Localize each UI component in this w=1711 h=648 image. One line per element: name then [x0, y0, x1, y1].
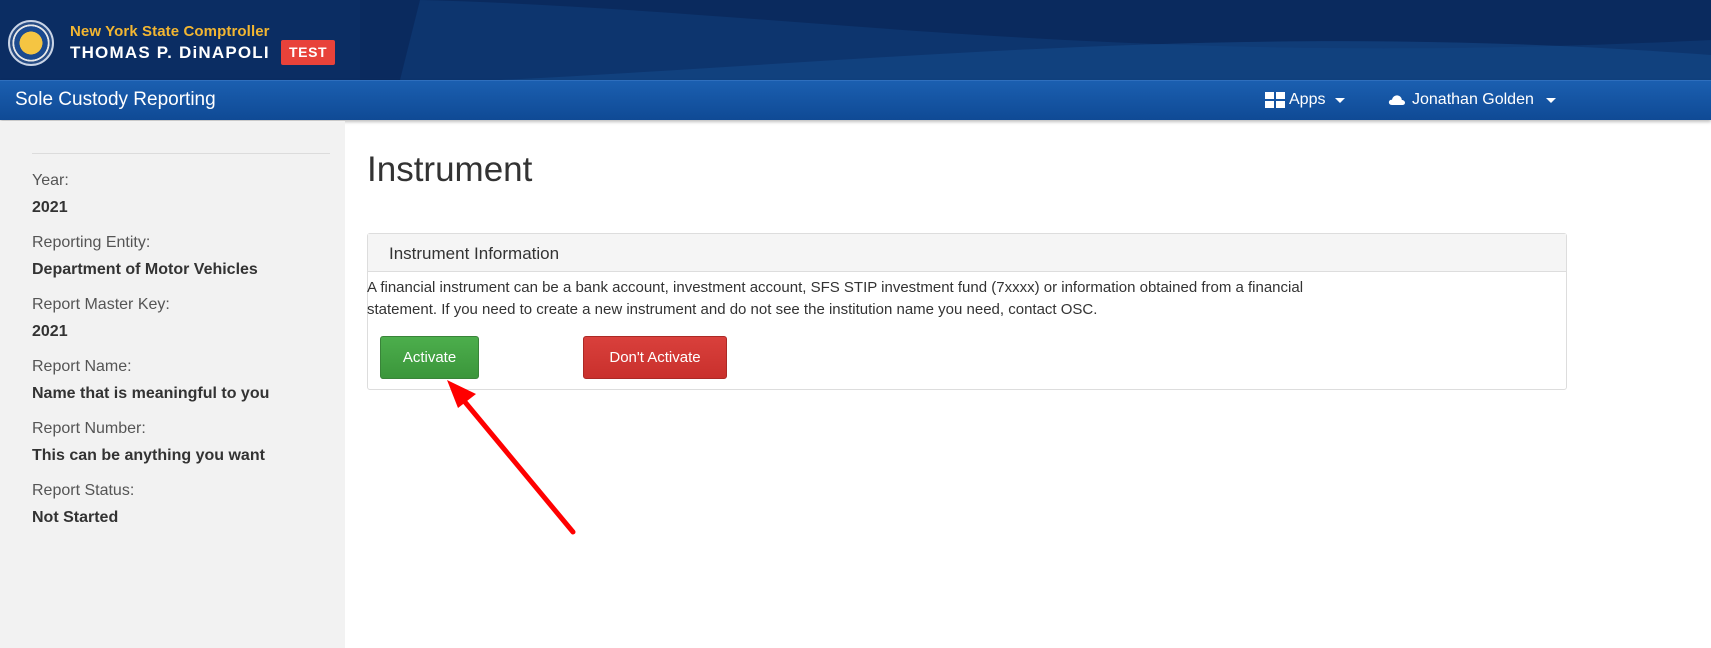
report-status-label: Report Status: [32, 482, 135, 499]
report-master-key-label: Report Master Key: [32, 296, 170, 313]
cloud-icon [1388, 95, 1406, 105]
panel-heading: Instrument Information [368, 234, 1566, 272]
reporting-entity-value: Department of Motor Vehicles [32, 261, 258, 278]
description-line-1: A financial instrument can be a bank acc… [367, 279, 1304, 296]
agency-name: New York State Comptroller [70, 23, 270, 40]
report-status-value: Not Started [32, 509, 119, 526]
panel-description: A financial instrument can be a bank acc… [367, 277, 1547, 321]
user-name: Jonathan Golden [1412, 91, 1534, 108]
apps-label: Apps [1289, 91, 1326, 108]
activate-button[interactable]: Activate [380, 336, 479, 379]
nys-seal-logo[interactable] [8, 20, 54, 66]
report-number-value: This can be anything you want [32, 447, 265, 464]
site-banner: New York State Comptroller THOMAS P. DiN… [0, 0, 1711, 80]
chevron-down-icon [1545, 97, 1556, 103]
instrument-information-panel: Instrument Information A financial instr… [367, 233, 1567, 390]
user-menu[interactable]: Jonathan Golden [1388, 91, 1556, 109]
sidebar-divider [32, 153, 330, 154]
page-title: Instrument [367, 150, 533, 189]
report-name-label: Report Name: [32, 358, 132, 375]
report-name-value: Name that is meaningful to you [32, 385, 270, 402]
apps-grid-icon [1265, 92, 1285, 108]
year-label: Year: [32, 172, 69, 189]
environment-badge: TEST [281, 40, 336, 65]
year-value: 2021 [32, 199, 68, 216]
report-summary-sidebar: Year: 2021 Reporting Entity: Department … [0, 121, 345, 648]
report-master-key-value: 2021 [32, 323, 68, 340]
apps-menu[interactable]: Apps [1265, 91, 1346, 109]
report-number-label: Report Number: [32, 420, 146, 437]
banner-swoosh-graphic [0, 0, 1711, 80]
comptroller-name: THOMAS P. DiNAPOLI [70, 43, 270, 62]
description-line-2: statement. If you need to create a new i… [367, 301, 1098, 318]
dont-activate-button[interactable]: Don't Activate [583, 336, 727, 379]
top-navbar: Sole Custody Reporting Apps Jonathan Gol… [0, 80, 1711, 120]
reporting-entity-label: Reporting Entity: [32, 234, 151, 251]
chevron-down-icon [1335, 97, 1346, 103]
app-title[interactable]: Sole Custody Reporting [15, 89, 216, 111]
